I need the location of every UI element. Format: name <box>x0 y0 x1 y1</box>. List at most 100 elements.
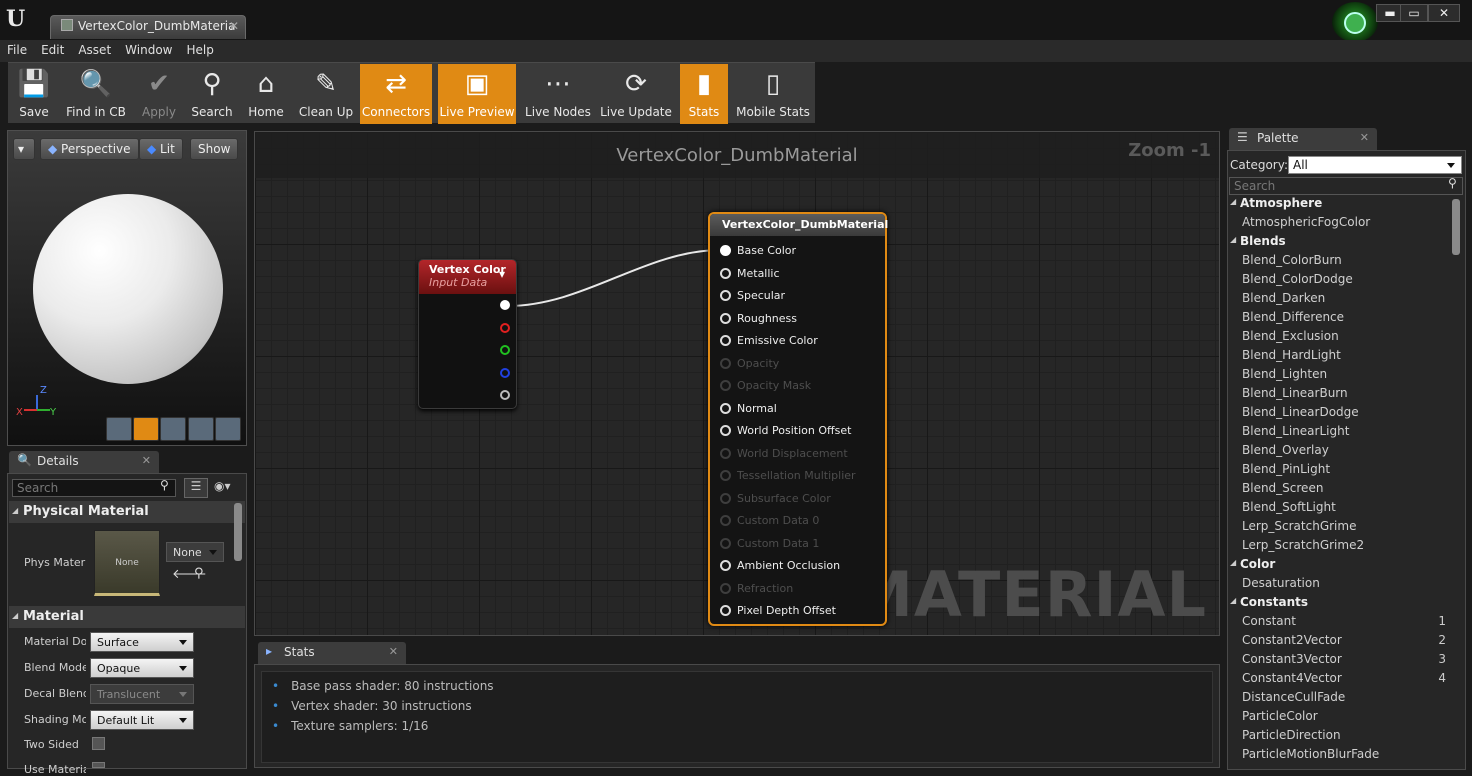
palette-item[interactable]: AtmosphericFogColor <box>1228 215 1450 234</box>
output-pin-b[interactable] <box>500 368 510 378</box>
close-details-icon[interactable]: ✕ <box>142 454 151 467</box>
node-collapse-icon[interactable]: ▾ <box>499 267 505 281</box>
palette-category[interactable]: Color <box>1228 557 1450 576</box>
menu-file[interactable]: File <box>0 40 34 57</box>
input-pin-metallic[interactable]: Metallic <box>720 267 780 280</box>
palette-item[interactable]: Constant3Vector 3 <box>1228 652 1450 671</box>
palette-scrollbar[interactable] <box>1452 199 1460 255</box>
toolbar-clean-up-button[interactable]: ✎ Clean Up <box>294 64 358 124</box>
palette-item[interactable]: Constant4Vector 4 <box>1228 671 1450 690</box>
palette-item[interactable]: Blend_SoftLight <box>1228 500 1450 519</box>
palette-category[interactable]: Atmosphere <box>1228 196 1450 215</box>
material-graph-canvas[interactable]: VertexColor_DumbMaterial Zoom -1 MATERIA… <box>254 131 1220 636</box>
input-pin-specular[interactable]: Specular <box>720 289 785 302</box>
palette-item[interactable]: Blend_Lighten <box>1228 367 1450 386</box>
cylinder-preview-icon[interactable] <box>106 417 132 441</box>
stats-tab[interactable]: ▸ Stats ✕ <box>258 642 406 664</box>
close-tab-icon[interactable]: ✕ <box>229 19 239 33</box>
palette-item[interactable]: Blend_LinearDodge <box>1228 405 1450 424</box>
close-stats-icon[interactable]: ✕ <box>389 645 398 658</box>
show-button[interactable]: Show <box>190 138 239 160</box>
output-pin-a[interactable] <box>500 390 510 400</box>
menu-edit[interactable]: Edit <box>34 40 71 57</box>
input-pin-ambient-occlusion[interactable]: Ambient Occlusion <box>720 559 840 572</box>
category-dropdown[interactable]: All <box>1288 156 1462 174</box>
details-search-input[interactable]: Search <box>12 479 176 497</box>
palette-item[interactable]: Blend_HardLight <box>1228 348 1450 367</box>
palette-item[interactable]: Blend_LinearBurn <box>1228 386 1450 405</box>
material-result-node[interactable]: VertexColor_DumbMaterial Base Color Metal… <box>708 212 888 626</box>
material-section[interactable]: Material <box>9 606 245 628</box>
palette-item[interactable]: Blend_Exclusion <box>1228 329 1450 348</box>
vertex-color-node[interactable]: Vertex Color Input Data ▾ <box>418 259 517 409</box>
phys-material-thumbnail[interactable]: None <box>94 530 160 596</box>
browse-icon[interactable]: ⚲ <box>194 566 204 581</box>
details-tab[interactable]: 🔍 Details ✕ <box>9 451 159 473</box>
toolbar-search-button[interactable]: ⚲ Search <box>186 64 238 124</box>
eye-visibility-icon[interactable]: ◉▾ <box>214 479 231 493</box>
close-button[interactable]: ✕ <box>1428 4 1460 22</box>
palette-item[interactable]: Blend_ColorBurn <box>1228 253 1450 272</box>
toolbar-connectors-button[interactable]: ⇄ Connectors <box>360 64 432 124</box>
palette-item[interactable]: Constant2Vector 2 <box>1228 633 1450 652</box>
menu-window[interactable]: Window <box>118 40 179 57</box>
menu-asset[interactable]: Asset <box>71 40 118 57</box>
output-pin-g[interactable] <box>500 345 510 355</box>
use-material-checkbox[interactable] <box>92 762 105 768</box>
palette-item[interactable]: Blend_Difference <box>1228 310 1450 329</box>
palette-item[interactable]: Lerp_ScratchGrime <box>1228 519 1450 538</box>
output-pin-rgb[interactable] <box>500 300 510 310</box>
toolbar-live-preview-button[interactable]: ▣ Live Preview <box>438 64 516 124</box>
toolbar-stats-button[interactable]: ▮ Stats <box>680 64 728 124</box>
input-pin-pixel-depth-offset[interactable]: Pixel Depth Offset <box>720 604 836 617</box>
base-color-wire[interactable] <box>506 249 722 307</box>
property-dropdown[interactable]: Default Lit <box>90 710 194 730</box>
palette-item[interactable]: ParticleColor <box>1228 709 1450 728</box>
list-view-icon[interactable]: ☰ <box>184 478 208 498</box>
palette-item[interactable]: Lerp_ScratchGrime2 <box>1228 538 1450 557</box>
input-pin-base-color[interactable]: Base Color <box>720 244 796 257</box>
cube-preview-icon[interactable] <box>188 417 214 441</box>
palette-item[interactable]: Blend_PinLight <box>1228 462 1450 481</box>
palette-tab[interactable]: ☰ Palette ✕ <box>1229 128 1377 150</box>
two-sided-checkbox[interactable] <box>92 737 105 750</box>
palette-item[interactable]: ParticleMotionBlurFade <box>1228 747 1450 766</box>
physical-material-section[interactable]: Physical Material <box>9 501 245 523</box>
lit-button[interactable]: ◆ Lit <box>139 138 183 160</box>
palette-item[interactable]: DistanceCullFade <box>1228 690 1450 709</box>
input-pin-emissive-color[interactable]: Emissive Color <box>720 334 818 347</box>
viewport-options-button[interactable]: ▾ <box>13 138 35 160</box>
details-scrollbar[interactable] <box>234 503 242 561</box>
output-pin-r[interactable] <box>500 323 510 333</box>
input-pin-world-position-offset[interactable]: World Position Offset <box>720 424 851 437</box>
palette-item[interactable]: Blend_Darken <box>1228 291 1450 310</box>
palette-item[interactable]: Blend_ColorDodge <box>1228 272 1450 291</box>
palette-item[interactable]: Blend_Screen <box>1228 481 1450 500</box>
phys-material-dropdown[interactable]: None <box>166 542 224 562</box>
toolbar-save-button[interactable]: 💾 Save <box>8 64 60 124</box>
maximize-button[interactable]: ▭ <box>1400 4 1428 22</box>
toolbar-mobile-stats-button[interactable]: ▯ Mobile Stats <box>730 64 816 124</box>
toolbar-find-in-cb-button[interactable]: 🔍 Find in CB <box>60 64 132 124</box>
palette-category[interactable]: Blends <box>1228 234 1450 253</box>
document-tab[interactable]: VertexColor_DumbMateria ✕ <box>50 15 246 39</box>
source-control-status-icon[interactable] <box>1332 2 1378 42</box>
custom-mesh-preview-icon[interactable] <box>215 417 241 441</box>
preview-viewport[interactable]: ▾ ◆ Perspective ◆ Lit Show Z Y X <box>7 130 247 446</box>
input-pin-roughness[interactable]: Roughness <box>720 312 797 325</box>
property-dropdown[interactable]: Opaque <box>90 658 194 678</box>
palette-item[interactable]: Desaturation <box>1228 576 1450 595</box>
vertex-color-node-header[interactable]: Vertex Color Input Data ▾ <box>419 260 516 294</box>
palette-category[interactable]: Constants <box>1228 595 1450 614</box>
input-pin-normal[interactable]: Normal <box>720 402 777 415</box>
property-dropdown[interactable]: Surface <box>90 632 194 652</box>
plane-preview-icon[interactable] <box>160 417 186 441</box>
palette-item[interactable]: Constant 1 <box>1228 614 1450 633</box>
sphere-preview-icon[interactable] <box>133 417 159 441</box>
palette-item[interactable]: Blend_Overlay <box>1228 443 1450 462</box>
perspective-button[interactable]: ◆ Perspective <box>40 138 139 160</box>
toolbar-live-update-button[interactable]: ⟳ Live Update <box>594 64 678 124</box>
menu-help[interactable]: Help <box>179 40 220 57</box>
palette-item[interactable]: Blend_LinearLight <box>1228 424 1450 443</box>
toolbar-home-button[interactable]: ⌂ Home <box>240 64 292 124</box>
